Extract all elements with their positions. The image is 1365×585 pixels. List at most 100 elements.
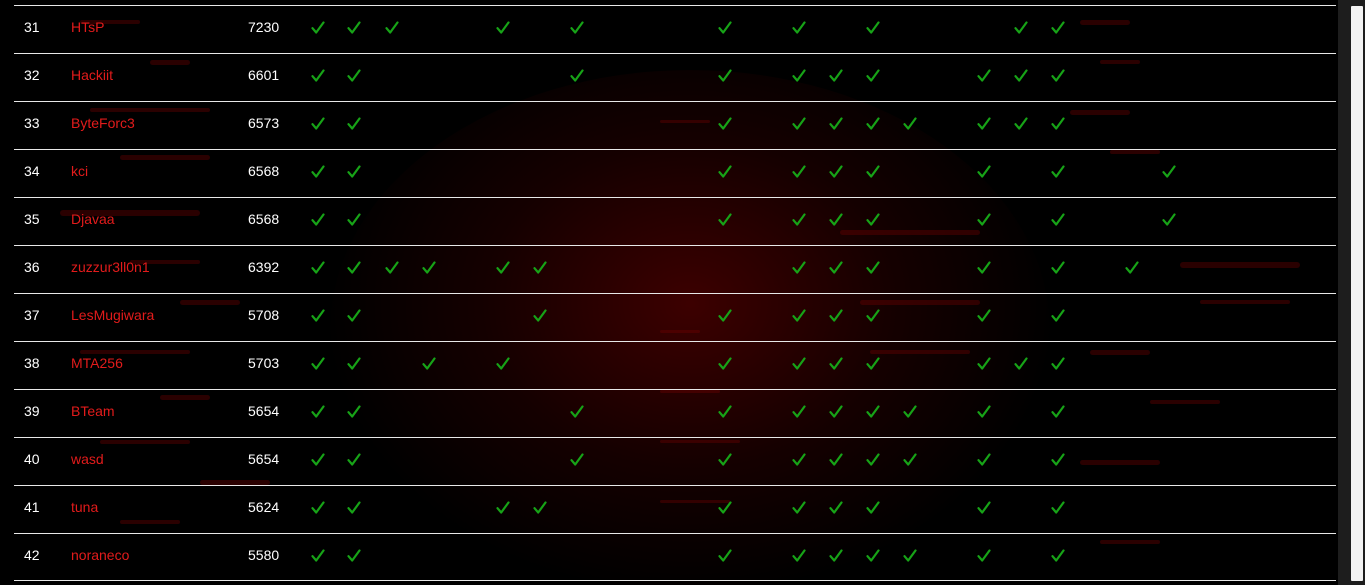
- rank-cell: 38: [24, 355, 40, 371]
- solved-check-icon: [1014, 69, 1028, 83]
- solved-check-icon: [1014, 357, 1028, 371]
- solved-check-icon: [311, 21, 325, 35]
- solved-check-icon: [829, 69, 843, 83]
- solved-check-icon: [311, 261, 325, 275]
- table-row: 34 kci 6568: [14, 149, 1336, 197]
- scrollbar[interactable]: [1338, 0, 1365, 585]
- solved-check-icon: [718, 453, 732, 467]
- solved-check-icon: [829, 117, 843, 131]
- solved-check-icon: [829, 213, 843, 227]
- solved-check-icon: [903, 549, 917, 563]
- score-cell: 5654: [248, 403, 280, 419]
- solved-check-icon: [977, 165, 991, 179]
- solved-check-icon: [977, 501, 991, 515]
- solved-check-icon: [347, 453, 361, 467]
- solved-check-icon: [347, 549, 361, 563]
- solved-check-icon: [866, 165, 880, 179]
- rank-cell: 31: [24, 19, 40, 35]
- solved-check-icon: [1125, 261, 1139, 275]
- score-cell: 6568: [248, 211, 280, 227]
- solved-check-icon: [347, 21, 361, 35]
- solved-check-icon: [533, 309, 547, 323]
- team-name-link[interactable]: Djavaa: [71, 198, 115, 245]
- rank-cell: 40: [24, 451, 40, 467]
- rank-cell: 41: [24, 499, 40, 515]
- solved-check-icon: [866, 21, 880, 35]
- team-name-link[interactable]: noraneco: [71, 534, 129, 581]
- solved-check-icon: [311, 117, 325, 131]
- solved-check-icon: [718, 21, 732, 35]
- table-row: 41 tuna 5624: [14, 485, 1336, 533]
- solved-check-icon: [792, 69, 806, 83]
- solved-check-icon: [311, 69, 325, 83]
- score-cell: 6573: [248, 115, 280, 131]
- score-cell: 5624: [248, 499, 280, 515]
- solved-check-icon: [1051, 117, 1065, 131]
- solved-check-icon: [422, 357, 436, 371]
- solved-check-icon: [311, 165, 325, 179]
- table-row: 37 LesMugiwara 5708: [14, 293, 1336, 341]
- score-cell: 6568: [248, 163, 280, 179]
- rank-cell: 35: [24, 211, 40, 227]
- solved-check-icon: [829, 405, 843, 419]
- solved-check-icon: [977, 117, 991, 131]
- solved-check-icon: [422, 261, 436, 275]
- team-name-link[interactable]: HTsP: [71, 6, 104, 53]
- solved-check-icon: [829, 261, 843, 275]
- solved-check-icon: [1014, 117, 1028, 131]
- solved-check-icon: [792, 357, 806, 371]
- solved-check-icon: [311, 405, 325, 419]
- score-cell: 5703: [248, 355, 280, 371]
- solved-check-icon: [977, 405, 991, 419]
- solved-check-icon: [866, 117, 880, 131]
- solved-check-icon: [311, 309, 325, 323]
- solved-check-icon: [347, 165, 361, 179]
- solved-check-icon: [977, 261, 991, 275]
- scrollbar-thumb[interactable]: [1351, 6, 1363, 581]
- team-name-link[interactable]: zuzzur3ll0n1: [71, 246, 150, 293]
- solved-check-icon: [829, 501, 843, 515]
- solved-check-icon: [1051, 549, 1065, 563]
- solved-check-icon: [347, 117, 361, 131]
- solved-check-icon: [829, 357, 843, 371]
- solved-check-icon: [903, 117, 917, 131]
- solved-check-icon: [496, 357, 510, 371]
- solved-check-icon: [1051, 501, 1065, 515]
- solved-check-icon: [866, 213, 880, 227]
- rank-cell: 39: [24, 403, 40, 419]
- solved-check-icon: [347, 309, 361, 323]
- solved-check-icon: [977, 549, 991, 563]
- solved-check-icon: [385, 261, 399, 275]
- team-name-link[interactable]: Hackiit: [71, 54, 113, 101]
- team-name-link[interactable]: kci: [71, 150, 88, 197]
- solved-check-icon: [311, 357, 325, 371]
- solved-check-icon: [570, 453, 584, 467]
- rank-cell: 32: [24, 67, 40, 83]
- solved-check-icon: [1051, 261, 1065, 275]
- team-name-link[interactable]: tuna: [71, 486, 98, 533]
- solved-check-icon: [866, 309, 880, 323]
- solved-check-icon: [570, 69, 584, 83]
- solved-check-icon: [829, 549, 843, 563]
- team-name-link[interactable]: LesMugiwara: [71, 294, 154, 341]
- solved-check-icon: [347, 261, 361, 275]
- team-name-link[interactable]: wasd: [71, 438, 104, 485]
- solved-check-icon: [311, 213, 325, 227]
- solved-check-icon: [385, 21, 399, 35]
- solved-check-icon: [792, 405, 806, 419]
- solved-check-icon: [718, 213, 732, 227]
- solved-check-icon: [347, 405, 361, 419]
- table-row: 38 MTA256 5703: [14, 341, 1336, 389]
- team-name-link[interactable]: BTeam: [71, 390, 115, 437]
- solved-check-icon: [792, 501, 806, 515]
- solved-check-icon: [570, 21, 584, 35]
- team-name-link[interactable]: MTA256: [71, 342, 123, 389]
- solved-check-icon: [718, 549, 732, 563]
- solved-check-icon: [718, 69, 732, 83]
- team-name-link[interactable]: ByteForc3: [71, 102, 135, 149]
- solved-check-icon: [829, 453, 843, 467]
- solved-check-icon: [903, 405, 917, 419]
- solved-check-icon: [1162, 213, 1176, 227]
- solved-check-icon: [903, 453, 917, 467]
- table-row: 33 ByteForc3 6573: [14, 101, 1336, 149]
